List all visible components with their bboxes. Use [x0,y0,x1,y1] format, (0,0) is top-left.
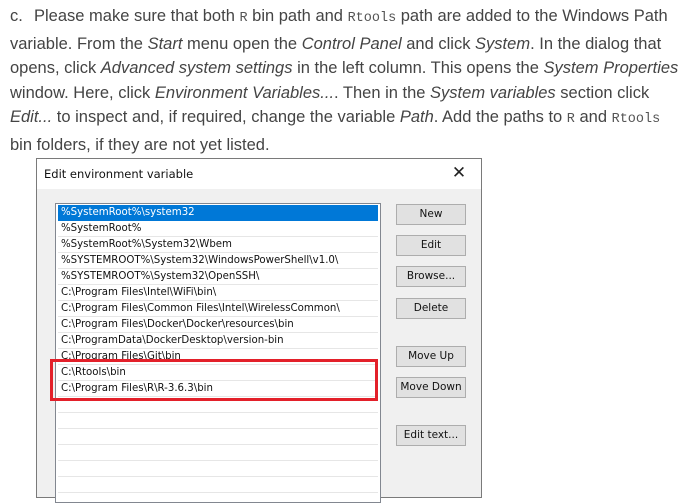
list-item[interactable]: C:\Program Files\R\R-3.6.3\bin [58,381,378,397]
emphasis-start: Start [147,34,183,53]
list-item[interactable]: C:\Program Files\Intel\WiFi\bin\ [58,285,378,301]
emphasis-path: Path [399,108,434,126]
dialog-titlebar[interactable]: Edit environment variable ✕ [37,159,481,189]
text-segment: bin path and [247,7,348,25]
inline-code-rtools: Rtools [347,11,397,26]
list-marker: c. [10,7,23,25]
emphasis-system-properties: System Properties [543,59,679,77]
list-item-empty[interactable] [58,397,378,413]
list-item-empty[interactable] [58,429,378,445]
list-item[interactable]: %SYSTEMROOT%\System32\WindowsPowerShell\… [58,253,378,269]
list-item[interactable]: %SystemRoot%\system32 [58,205,378,221]
list-item[interactable]: %SystemRoot%\System32\Wbem [58,237,378,253]
text-segment: to inspect and, if required, change the … [52,108,400,126]
new-button[interactable]: New [396,204,466,225]
instruction-paragraph: c. Please make sure that both R bin path … [10,4,684,157]
inline-code-r: R [239,11,248,26]
emphasis-system-variables: System variables [430,83,556,102]
emphasis-advanced-settings: Advanced system settings [100,59,293,77]
emphasis-system: System [475,34,531,53]
list-item[interactable]: C:\ProgramData\DockerDesktop\version-bin [58,333,378,349]
text-segment: menu open the [182,34,302,53]
close-icon[interactable]: ✕ [437,159,481,189]
text-segment: . Then in the [334,83,431,102]
text-segment: section click [555,83,650,102]
emphasis-environment-variables: Environment Variables... [154,83,335,102]
delete-button[interactable]: Delete [396,298,466,319]
text-segment: and click [401,34,476,53]
text-segment: in the left column. This opens the [292,59,544,77]
list-item[interactable]: C:\Rtools\bin [58,365,378,381]
text-segment: window. Here, click [10,83,155,102]
text-segment: Please make sure that both [34,7,240,25]
inline-code-r: R [566,112,575,127]
move-down-button[interactable]: Move Down [396,377,466,398]
text-segment: . Add the paths to [433,108,567,126]
edit-text-button[interactable]: Edit text... [396,425,466,446]
list-item[interactable]: C:\Program Files\Git\bin [58,349,378,365]
list-item-empty[interactable] [58,477,378,493]
list-item[interactable]: %SYSTEMROOT%\System32\OpenSSH\ [58,269,378,285]
dialog-title: Edit environment variable [44,167,194,181]
list-item[interactable]: C:\Program Files\Docker\Docker\resources… [58,317,378,333]
list-item-empty[interactable] [58,461,378,477]
emphasis-edit: Edit... [10,108,53,126]
browse-button[interactable]: Browse... [396,266,466,287]
list-item[interactable]: %SystemRoot% [58,221,378,237]
text-segment: and [574,108,612,126]
text-segment: bin folders, if they are not yet listed. [10,135,270,154]
move-up-button[interactable]: Move Up [396,346,466,367]
list-item-empty[interactable] [58,413,378,429]
edit-environment-variable-dialog: Edit environment variable ✕ %SystemRoot%… [36,158,482,503]
edit-button[interactable]: Edit [396,235,466,256]
path-entries-list[interactable]: %SystemRoot%\system32 %SystemRoot% %Syst… [55,203,381,503]
list-item-empty[interactable] [58,445,378,461]
list-item[interactable]: C:\Program Files\Common Files\Intel\Wire… [58,301,378,317]
emphasis-control-panel: Control Panel [301,34,402,53]
inline-code-rtools: Rtools [611,112,661,127]
